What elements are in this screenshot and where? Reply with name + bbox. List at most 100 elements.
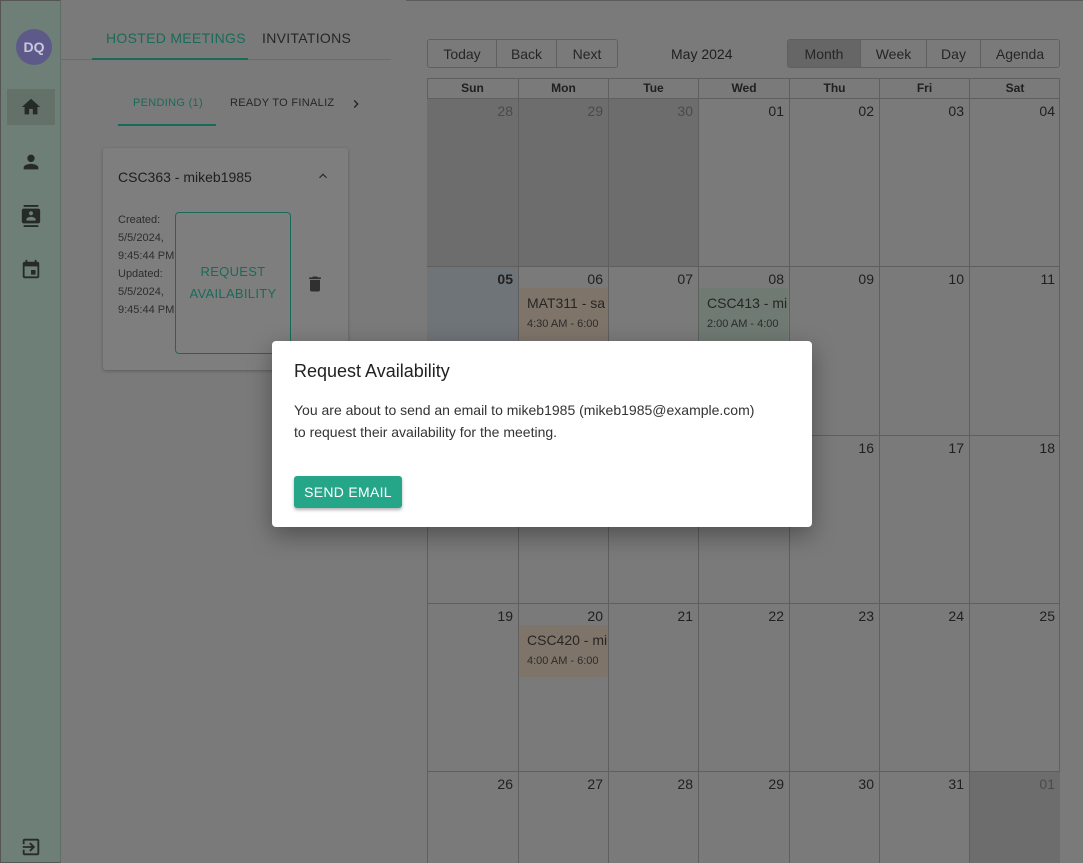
calendar-nav-group: Today Back Next [427,39,618,68]
day-number[interactable]: 03 [948,103,964,119]
tab-hosted-meetings[interactable]: HOSTED MEETINGS [106,30,246,46]
day-number[interactable]: 19 [497,608,513,624]
view-month-button[interactable]: Month [788,40,861,67]
updated-label: Updated: [118,268,163,280]
day-cell[interactable]: 25 [969,603,1060,771]
day-cell[interactable]: 20 CSC420 - mi 4:00 AM - 6:00 [518,603,608,771]
chevron-right-icon[interactable] [348,96,364,112]
day-cell[interactable]: 01 [698,98,789,266]
day-number[interactable]: 26 [497,776,513,792]
day-cell[interactable]: 28 [608,771,698,863]
day-number[interactable]: 18 [1039,440,1055,456]
day-cell[interactable]: 03 [879,98,969,266]
day-number[interactable]: 31 [948,776,964,792]
day-number[interactable]: 02 [858,103,874,119]
day-cell[interactable]: 24 [879,603,969,771]
event-time: 4:00 AM - 6:00 [527,655,599,667]
calendar-icon[interactable] [7,252,55,288]
day-number[interactable]: 17 [948,440,964,456]
calendar-event[interactable]: CSC413 - mi 2:00 AM - 4:00 [699,288,788,340]
event-time: 4:30 AM - 6:00 [527,318,599,330]
sidebar: DQ [0,0,61,863]
day-number[interactable]: 06 [587,271,603,287]
chevron-up-icon[interactable] [315,168,331,184]
dialog-title: Request Availability [294,361,450,381]
day-number[interactable]: 29 [768,776,784,792]
day-cell[interactable]: 31 [879,771,969,863]
day-number[interactable]: 28 [677,776,693,792]
tab-ready-to-finalize[interactable]: READY TO FINALIZE [230,97,335,109]
day-cell[interactable]: 22 [698,603,789,771]
next-button[interactable]: Next [557,40,617,67]
created-label: Created: [118,214,161,226]
dialog-message: You are about to send an email to mikeb1… [294,399,794,443]
day-cell[interactable]: 30 [608,98,698,266]
meeting-title: CSC363 - mikeb1985 [118,169,252,185]
day-number[interactable]: 01 [768,103,784,119]
weekday-wed: Wed [698,79,789,98]
day-number[interactable]: 24 [948,608,964,624]
day-number[interactable]: 29 [587,103,603,119]
view-agenda-button[interactable]: Agenda [981,40,1059,67]
tab-pending[interactable]: PENDING (1) [133,97,203,109]
day-number[interactable]: 04 [1039,103,1055,119]
meeting-card: CSC363 - mikeb1985 Created: 5/5/2024, 9:… [103,148,348,370]
event-title: MAT311 - sa [527,295,606,311]
request-availability-dialog: Request Availability You are about to se… [272,341,812,527]
day-number[interactable]: 16 [858,440,874,456]
day-cell[interactable]: 11 [969,266,1060,435]
back-button[interactable]: Back [497,40,557,67]
meeting-tabs: HOSTED MEETINGS INVITATIONS [61,14,391,60]
request-availability-button[interactable]: REQUEST AVAILABILITY [175,212,291,354]
calendar-event[interactable]: MAT311 - sa 4:30 AM - 6:00 [519,288,608,340]
day-number[interactable]: 30 [677,103,693,119]
trash-icon[interactable] [305,273,325,295]
avatar[interactable]: DQ [16,29,52,65]
day-number[interactable]: 23 [858,608,874,624]
person-icon[interactable] [7,144,55,180]
day-number[interactable]: 27 [587,776,603,792]
event-time: 2:00 AM - 4:00 [707,318,779,330]
subtab-indicator [118,124,216,126]
contacts-icon[interactable] [7,198,55,234]
day-cell[interactable]: 10 [879,266,969,435]
home-icon[interactable] [7,89,55,125]
day-cell[interactable]: 02 [789,98,879,266]
logout-icon[interactable] [7,829,55,863]
tab-invitations[interactable]: INVITATIONS [262,30,351,46]
day-number[interactable]: 30 [858,776,874,792]
day-number[interactable]: 05 [497,271,513,287]
day-cell[interactable]: 18 [969,435,1060,603]
view-week-button[interactable]: Week [861,40,927,67]
day-cell[interactable]: 27 [518,771,608,863]
day-number[interactable]: 11 [1040,271,1055,287]
day-number[interactable]: 28 [497,103,513,119]
day-number[interactable]: 09 [858,271,874,287]
day-number[interactable]: 21 [677,608,693,624]
weekday-tue: Tue [608,79,698,98]
day-number[interactable]: 22 [768,608,784,624]
day-cell[interactable]: 23 [789,603,879,771]
day-cell[interactable]: 04 [969,98,1060,266]
day-number[interactable]: 08 [768,271,784,287]
day-cell[interactable]: 30 [789,771,879,863]
day-cell[interactable]: 28 [427,98,518,266]
day-cell[interactable]: 21 [608,603,698,771]
day-number[interactable]: 10 [948,271,964,287]
day-cell[interactable]: 26 [427,771,518,863]
day-number[interactable]: 01 [1039,776,1055,792]
day-cell[interactable]: 19 [427,603,518,771]
created-value: 5/5/2024, 9:45:44 PM [118,232,175,262]
calendar-event[interactable]: CSC420 - mi 4:00 AM - 6:00 [519,625,608,677]
send-email-button[interactable]: SEND EMAIL [294,476,402,508]
day-number[interactable]: 07 [677,271,693,287]
day-cell[interactable]: 17 [879,435,969,603]
day-cell[interactable]: 29 [698,771,789,863]
day-cell[interactable]: 29 [518,98,608,266]
day-number[interactable]: 25 [1039,608,1055,624]
day-number[interactable]: 20 [587,608,603,624]
today-button[interactable]: Today [428,40,497,67]
day-cell[interactable]: 01 [969,771,1060,863]
view-day-button[interactable]: Day [927,40,981,67]
dialog-message-line: You are about to send an email to mikeb1… [294,402,755,418]
